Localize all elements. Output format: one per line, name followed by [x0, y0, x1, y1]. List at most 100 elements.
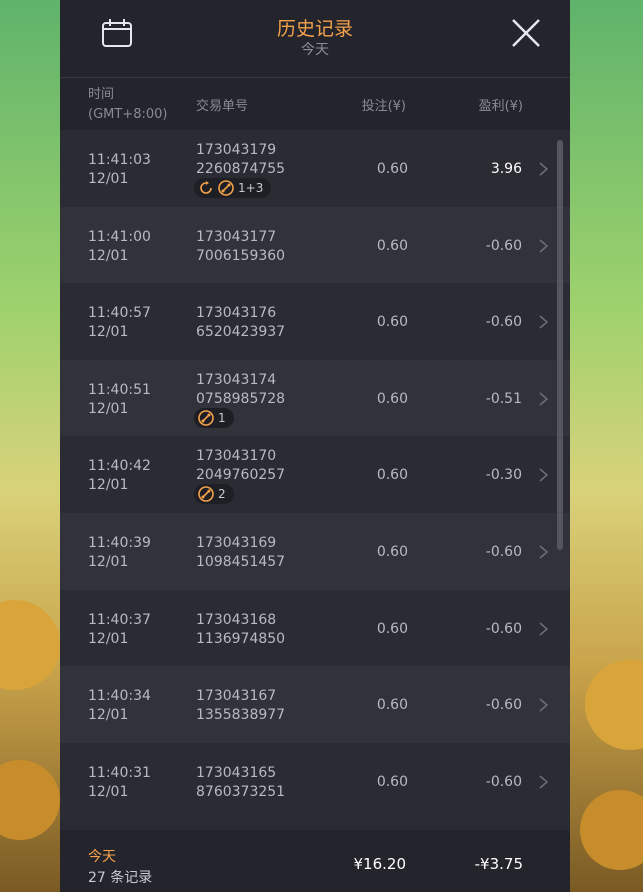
table-row[interactable]: 11:41:00 12/01 173043177 7006159360 0.60…	[60, 206, 570, 284]
background-coin	[0, 760, 60, 840]
row-bet: 0.60	[376, 237, 408, 254]
row-time: 11:41:03	[88, 152, 151, 168]
row-profit: 3.96	[490, 161, 522, 177]
chevron-right-icon[interactable]	[539, 621, 548, 636]
row-time: 11:40:51	[88, 381, 151, 398]
row-profit: -0.60	[485, 697, 522, 714]
row-bet: 0.60	[376, 467, 408, 484]
row-date: 12/01	[88, 247, 129, 264]
refresh-icon	[200, 181, 212, 194]
row-time: 11:40:37	[88, 611, 151, 628]
bonus-icon	[218, 180, 234, 196]
chevron-right-icon[interactable]	[539, 698, 548, 712]
column-header-profit: 盈利(¥)	[478, 99, 523, 114]
table-row[interactable]: 11:40:57 12/01 173043176 6520423937 0.60…	[60, 283, 570, 360]
row-bet: 0.60	[376, 773, 408, 790]
row-profit: -0.60	[485, 543, 522, 560]
badge-label: 2	[218, 487, 226, 502]
row-order-id: 173043174	[196, 371, 277, 388]
row-date: 12/01	[88, 400, 129, 417]
table-row[interactable]: 11:40:31 12/01 173043165 8760373251 0.60…	[60, 742, 570, 820]
badge-label: 1	[218, 410, 226, 425]
row-order-id: 173043168	[196, 611, 277, 628]
bonus-icon	[198, 409, 214, 426]
row-date: 12/01	[88, 707, 129, 724]
row-date: 12/01	[88, 324, 129, 341]
row-bet: 0.60	[376, 543, 408, 560]
history-list: 11:41:03 12/01 173043179 2260874755 1+3 …	[60, 130, 570, 820]
row-profit: -0.60	[485, 237, 522, 254]
history-panel: 历史记录 今天 时间 (GMT+8:00) 交易单号 投注(¥) 盈利(¥) 1…	[60, 0, 570, 892]
summary-period: 今天	[88, 849, 116, 865]
chevron-right-icon[interactable]	[539, 162, 548, 176]
row-order-id-suffix: 2049760257	[196, 467, 286, 484]
bonus-icon	[198, 486, 214, 503]
row-order-id-suffix: 8760373251	[196, 783, 286, 800]
column-header-time: 时间	[88, 87, 115, 102]
table-row[interactable]: 11:40:51 12/01 173043174 0758985728 1 0.…	[60, 359, 570, 437]
row-order-id: 173043169	[196, 534, 277, 551]
row-time: 11:40:34	[88, 688, 151, 705]
row-order-id: 173043179	[196, 142, 277, 158]
row-date: 12/01	[88, 477, 129, 494]
feature-badge: 1	[194, 407, 234, 428]
table-row[interactable]: 11:40:34 12/01 173043167 1355838977 0.60…	[60, 666, 570, 743]
chevron-right-icon[interactable]	[539, 775, 548, 789]
chevron-right-icon[interactable]	[539, 315, 548, 329]
row-bet: 0.60	[376, 697, 408, 714]
row-date: 12/01	[88, 171, 129, 187]
row-time: 11:40:42	[88, 458, 151, 475]
total-profit: -¥3.75	[474, 855, 523, 873]
row-bet: 0.60	[376, 390, 408, 407]
table-row[interactable]: 11:40:42 12/01 173043170 2049760257 2 0.…	[60, 436, 570, 513]
scrollbar[interactable]	[557, 140, 563, 550]
row-date: 12/01	[88, 630, 129, 647]
row-profit: -0.60	[485, 620, 522, 637]
row-bet: 0.60	[376, 314, 408, 331]
close-icon[interactable]	[510, 17, 542, 49]
table-row[interactable]: 11:40:39 12/01 173043169 1098451457 0.60…	[60, 512, 570, 590]
background-coin	[585, 660, 643, 750]
row-profit: -0.60	[485, 773, 522, 790]
background-coin	[0, 600, 60, 690]
column-header-order: 交易单号	[196, 99, 249, 114]
table-row[interactable]: 11:40:37 12/01 173043168 1136974850 0.60…	[60, 589, 570, 667]
row-time: 11:41:00	[88, 228, 151, 245]
table-row[interactable]: 11:41:03 12/01 173043179 2260874755 1+3 …	[60, 130, 570, 207]
row-order-id-suffix: 1355838977	[196, 707, 286, 724]
feature-badge: 1+3	[194, 178, 272, 198]
row-order-id: 173043170	[196, 448, 277, 465]
row-profit: -0.51	[485, 390, 522, 407]
row-date: 12/01	[88, 553, 129, 570]
badge-label: 1+3	[238, 181, 264, 195]
row-order-id-suffix: 0758985728	[196, 390, 286, 407]
chevron-right-icon[interactable]	[539, 468, 548, 482]
column-header-timezone: (GMT+8:00)	[88, 107, 168, 122]
background-coin	[580, 790, 643, 870]
record-count: 27 条记录	[88, 870, 153, 886]
row-bet: 0.60	[376, 161, 408, 177]
row-order-id: 173043165	[196, 764, 277, 781]
row-time: 11:40:57	[88, 305, 151, 322]
row-order-id-suffix: 6520423937	[196, 324, 286, 341]
row-order-id: 173043177	[196, 228, 277, 245]
row-date: 12/01	[88, 783, 129, 800]
page-subtitle: 今天	[301, 42, 329, 58]
row-time: 11:40:31	[88, 764, 151, 781]
row-order-id-suffix: 1136974850	[196, 630, 286, 647]
total-bet: ¥16.20	[353, 855, 407, 873]
column-headers: 时间 (GMT+8:00) 交易单号 投注(¥) 盈利(¥)	[60, 78, 570, 130]
page-title: 历史记录	[276, 18, 353, 40]
row-order-id: 173043167	[196, 688, 277, 705]
chevron-right-icon[interactable]	[539, 545, 548, 559]
feature-badge: 2	[194, 484, 234, 505]
summary-footer: 今天 27 条记录 ¥16.20 -¥3.75	[60, 830, 570, 892]
row-order-id-suffix: 7006159360	[196, 247, 286, 264]
row-profit: -0.30	[485, 467, 522, 484]
row-time: 11:40:39	[88, 534, 151, 551]
chevron-right-icon[interactable]	[539, 239, 548, 253]
row-order-id-suffix: 2260874755	[196, 161, 286, 177]
row-order-id-suffix: 1098451457	[196, 553, 286, 570]
row-order-id: 173043176	[196, 305, 277, 322]
chevron-right-icon[interactable]	[539, 392, 548, 406]
